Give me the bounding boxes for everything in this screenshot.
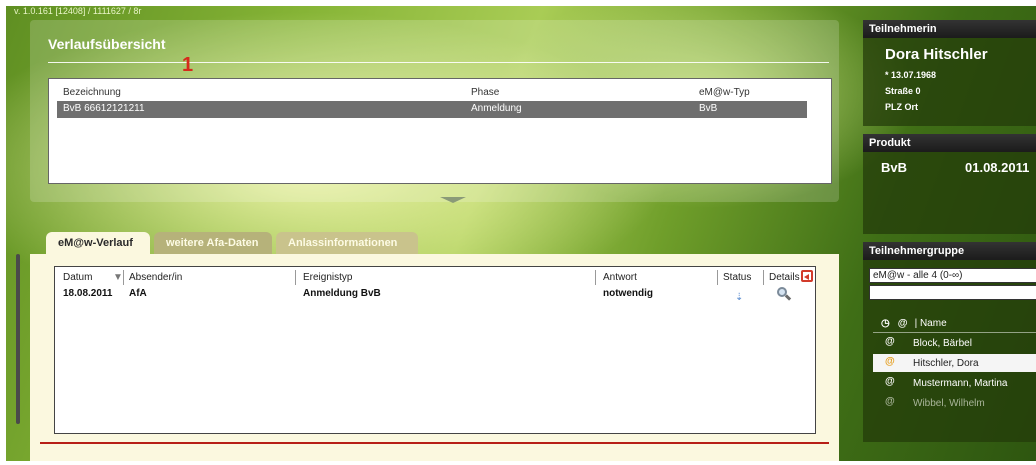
app-window: v. 1.0.161 [12408] / 1111627 / 8r Verlau…: [6, 6, 1036, 461]
col-antwort[interactable]: Antwort: [603, 272, 637, 283]
member-name: Hitschler, Dora: [913, 358, 979, 369]
produkt-date: 01.08.2011: [965, 160, 1030, 175]
arrow-down-status-icon[interactable]: ⇣: [735, 292, 743, 303]
tab-weitere-afa-daten[interactable]: weitere Afa-Daten: [154, 232, 272, 254]
list-item[interactable]: @ Wibbel, Wilhelm: [873, 394, 1036, 412]
verlauf-panel: Verlaufsübersicht 1 Bezeichnung Phase eM…: [30, 20, 839, 203]
event-datum: 18.08.2011: [63, 288, 113, 299]
teilnehmergruppe-panel: Teilnehmergruppe eM@w - alle 4 (0-∞) ◷ @…: [863, 242, 1036, 442]
column-divider: [763, 270, 764, 285]
col-absender[interactable]: Absender/in: [129, 272, 182, 283]
teilnehmer-birth: * 13.07.1968: [885, 70, 937, 80]
magnifier-icon[interactable]: [777, 287, 792, 301]
member-name: Mustermann, Martina: [913, 378, 1008, 389]
col-ereignistyp[interactable]: Ereignistyp: [303, 272, 352, 283]
group-filter-input[interactable]: [869, 285, 1036, 300]
col-details[interactable]: Details: [769, 272, 800, 283]
at-icon[interactable]: @: [898, 318, 912, 329]
tab-emaw-verlauf[interactable]: eM@w-Verlauf: [46, 232, 150, 254]
content-panel: Datum ▼ Absender/in Ereignistyp Antwort …: [30, 254, 839, 461]
column-divider: [295, 270, 296, 285]
teilnehmer-header: Teilnehmerin: [863, 20, 1036, 38]
case-row-selected[interactable]: BvB 66612121211 Anmeldung BvB: [57, 101, 807, 118]
event-ereignistyp: Anmeldung BvB: [303, 288, 381, 299]
tab-anlassinformationen[interactable]: Anlassinformationen: [276, 232, 418, 254]
event-antwort: notwendig: [603, 288, 653, 299]
col-datum[interactable]: Datum: [63, 272, 92, 283]
side-drag-handle[interactable]: [16, 254, 20, 424]
case-table: Bezeichnung Phase eM@w-Typ BvB 666121212…: [48, 78, 832, 184]
at-icon: @: [885, 336, 895, 347]
member-list-header: ◷ @ | Name: [881, 318, 947, 329]
case-bezeichnung: BvB 66612121211: [63, 103, 145, 114]
column-divider: [123, 270, 124, 285]
case-typ: BvB: [699, 103, 718, 114]
list-item[interactable]: @ Mustermann, Martina: [873, 374, 1036, 392]
col-emaw-typ[interactable]: eM@w-Typ: [699, 87, 750, 98]
list-item[interactable]: @ Block, Bärbel: [873, 334, 1036, 352]
title-divider: [48, 62, 829, 63]
collapse-arrow-icon[interactable]: [440, 197, 466, 203]
table-row[interactable]: 18.08.2011 AfA Anmeldung BvB notwendig ⇣: [55, 287, 815, 303]
teilnehmergruppe-header: Teilnehmergruppe: [863, 242, 1036, 260]
case-table-header: Bezeichnung Phase eM@w-Typ: [57, 85, 807, 102]
col-phase[interactable]: Phase: [471, 87, 499, 98]
produkt-panel: Produkt BvB 01.08.2011: [863, 134, 1036, 234]
at-icon: @: [885, 396, 895, 407]
teilnehmer-street: Straße 0: [885, 86, 921, 96]
teilnehmer-panel: Teilnehmerin Dora Hitschler * 13.07.1968…: [863, 20, 1036, 126]
column-divider: [717, 270, 718, 285]
member-name: Wibbel, Wilhelm: [913, 398, 985, 409]
annotation-badge: 1: [182, 54, 194, 76]
at-icon: @: [885, 356, 895, 367]
exit-icon[interactable]: [801, 270, 813, 282]
version-label: v. 1.0.161 [12408] / 1111627 / 8r: [14, 6, 142, 16]
col-name[interactable]: Name: [920, 318, 947, 329]
group-select[interactable]: eM@w - alle 4 (0-∞): [869, 268, 1036, 283]
divider-line: [40, 442, 829, 444]
list-item-selected[interactable]: @ Hitschler, Dora: [873, 354, 1036, 372]
case-phase: Anmeldung: [471, 103, 522, 114]
event-absender: AfA: [129, 288, 147, 299]
at-icon: @: [885, 376, 895, 387]
teilnehmer-city: PLZ Ort: [885, 102, 918, 112]
col-bezeichnung[interactable]: Bezeichnung: [63, 87, 121, 98]
verlauf-title: Verlaufsübersicht: [48, 36, 166, 52]
event-table: Datum ▼ Absender/in Ereignistyp Antwort …: [54, 266, 816, 434]
produkt-name: BvB: [881, 160, 908, 175]
sort-indicator-icon: ▼: [113, 272, 123, 283]
col-status[interactable]: Status: [723, 272, 751, 283]
produkt-header: Produkt: [863, 134, 1036, 152]
column-divider: [595, 270, 596, 285]
member-name: Block, Bärbel: [913, 338, 972, 349]
alarm-icon[interactable]: ◷: [881, 318, 895, 329]
list-divider: [873, 332, 1036, 333]
event-table-header: Datum ▼ Absender/in Ereignistyp Antwort …: [55, 267, 815, 287]
teilnehmer-name: Dora Hitschler: [885, 46, 988, 63]
